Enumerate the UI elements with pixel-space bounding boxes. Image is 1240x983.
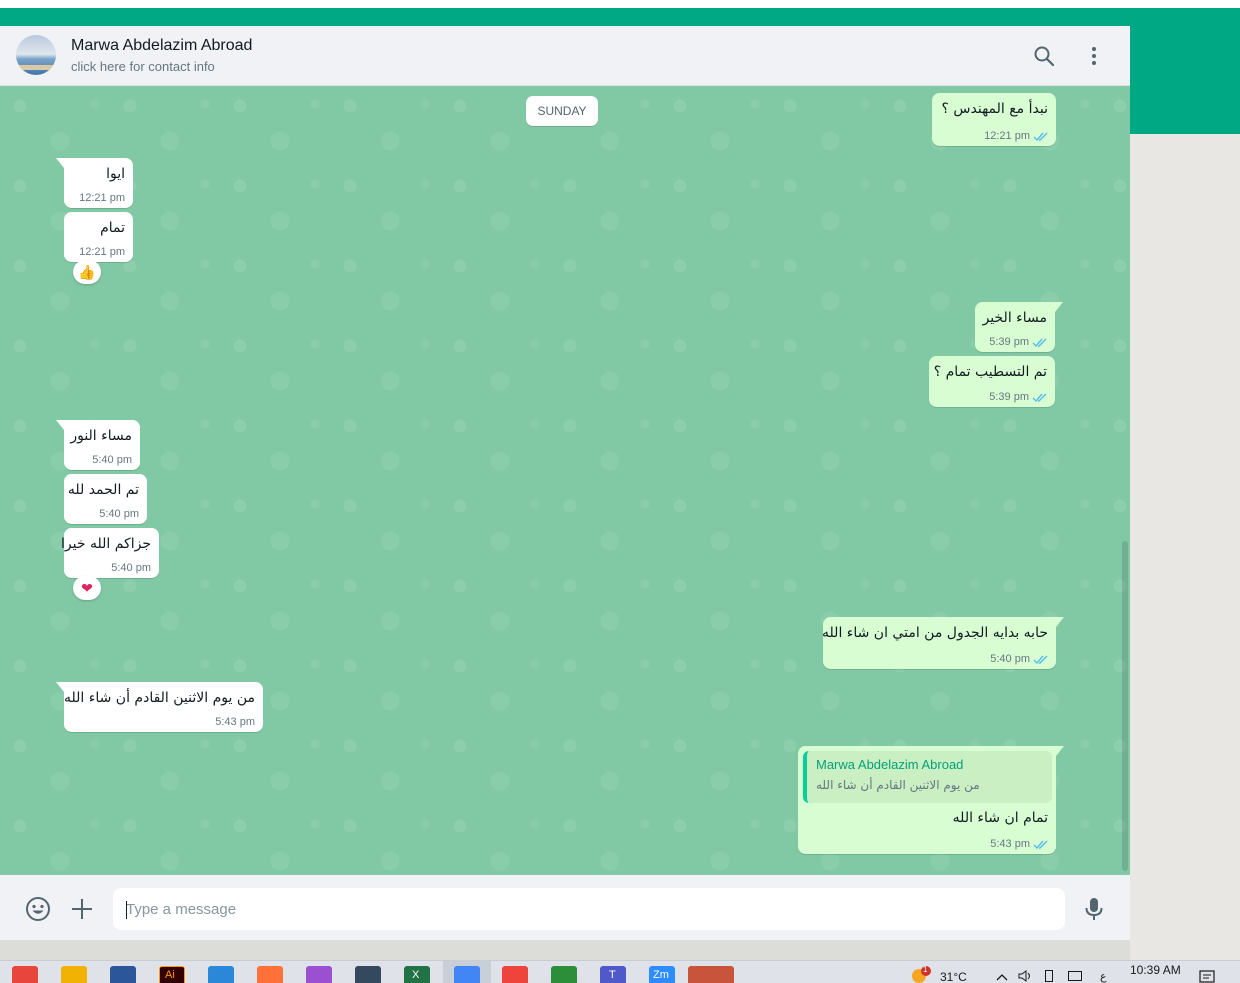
firefox-icon[interactable] — [257, 966, 283, 983]
message-outgoing-reply[interactable]: Marwa Abdelazim Abroad من يوم الاثنين ال… — [798, 746, 1064, 854]
chrome-active-icon[interactable] — [454, 966, 480, 983]
message-outgoing[interactable]: نبدأ مع المهندس ؟ 12:21 pm — [932, 93, 1056, 146]
message-time: 5:40 pm — [111, 562, 151, 574]
excel-icon[interactable]: X — [404, 966, 430, 983]
chrome-alt-icon[interactable] — [61, 966, 87, 983]
paint-icon[interactable] — [551, 966, 577, 983]
word-icon[interactable] — [110, 966, 136, 983]
message-incoming[interactable]: من يوم الاثنين القادم أن شاء الله 5:43 p… — [56, 682, 263, 732]
message-text: تم الحمد لله — [67, 482, 139, 498]
microphone-icon[interactable] — [1081, 896, 1107, 922]
message-time: 5:43 pm — [215, 716, 255, 728]
editor-icon[interactable] — [355, 966, 381, 983]
side-panel-background — [1130, 134, 1240, 960]
contact-info-hint[interactable]: click here for contact info — [71, 59, 215, 74]
photos-icon[interactable] — [208, 966, 234, 983]
message-text: من يوم الاثنين القادم أن شاء الله — [64, 690, 255, 706]
message-input[interactable] — [113, 888, 1065, 930]
message-incoming[interactable]: تم الحمد لله 5:40 pm — [64, 474, 147, 524]
message-list[interactable]: SUNDAY نبدأ مع المهندس ؟ 12:21 pm ايوا 1… — [0, 86, 1130, 875]
attach-plus-icon[interactable] — [69, 896, 95, 922]
quoted-message[interactable]: Marwa Abdelazim Abroad من يوم الاثنين ال… — [803, 751, 1052, 803]
message-time: 5:40 pm — [990, 653, 1030, 665]
chrome-icon[interactable] — [12, 966, 38, 983]
chevron-up-icon[interactable] — [996, 973, 1008, 981]
reaction-heart-icon[interactable]: ❤ — [73, 576, 101, 600]
message-text: ايوا — [106, 166, 125, 182]
volume-icon[interactable] — [1018, 970, 1034, 982]
message-time: 5:43 pm — [990, 838, 1030, 850]
read-ticks-icon — [1033, 655, 1048, 665]
message-time: 12:21 pm — [79, 246, 125, 258]
message-outgoing[interactable]: مساء الخير 5:39 pm — [975, 302, 1063, 352]
chat-window: Marwa Abdelazim Abroad click here for co… — [0, 26, 1130, 940]
message-text: تم التسطيب تمام ؟ — [933, 364, 1047, 380]
window-top-edge — [0, 0, 1240, 8]
message-text: تمام ان شاء الله — [952, 810, 1048, 826]
quoted-author: Marwa Abdelazim Abroad — [816, 757, 964, 772]
message-text: مساء النور — [70, 428, 132, 444]
teams-icon[interactable]: T — [600, 966, 626, 983]
message-incoming[interactable]: جزاكم الله خيرا 5:40 pm — [61, 528, 159, 578]
language-indicator[interactable]: ع — [1100, 970, 1107, 983]
message-incoming[interactable]: تمام 12:21 pm — [64, 212, 133, 262]
message-outgoing[interactable]: حابه بدايه الجدول من امتي ان شاء الله 5:… — [822, 617, 1064, 669]
read-ticks-icon — [1032, 338, 1047, 348]
read-ticks-icon — [1032, 393, 1047, 403]
message-text: تمام — [100, 220, 125, 236]
message-time: 5:39 pm — [989, 336, 1029, 348]
network-icon[interactable] — [1068, 971, 1082, 981]
affinity-icon[interactable] — [306, 966, 332, 983]
message-text: مساء الخير — [982, 310, 1047, 326]
day-separator: SUNDAY — [526, 96, 598, 126]
message-text: جزاكم الله خيرا — [61, 536, 151, 552]
os-taskbar: Ai X T Zm 1 31°C ع 10:39 AM — [0, 960, 1240, 983]
message-time: 12:21 pm — [984, 130, 1030, 142]
chat-header[interactable]: Marwa Abdelazim Abroad click here for co… — [0, 26, 1130, 86]
message-incoming[interactable]: ايوا 12:21 pm — [56, 158, 133, 208]
message-time: 5:39 pm — [989, 391, 1029, 403]
taskbar-clock[interactable]: 10:39 AM — [1130, 963, 1181, 977]
message-time: 5:40 pm — [99, 508, 139, 520]
anydesk-icon[interactable] — [502, 966, 528, 983]
message-time: 5:40 pm — [92, 454, 132, 466]
read-ticks-icon — [1033, 840, 1048, 850]
message-incoming[interactable]: مساء النور 5:40 pm — [56, 420, 140, 470]
contact-name[interactable]: Marwa Abdelazim Abroad — [71, 37, 252, 55]
text-caret — [126, 901, 127, 919]
composer-bar — [0, 875, 1130, 940]
message-text: نبدأ مع المهندس ؟ — [941, 101, 1048, 117]
message-text: حابه بدايه الجدول من امتي ان شاء الله — [822, 625, 1048, 641]
search-icon[interactable] — [1032, 44, 1056, 68]
contact-avatar[interactable] — [16, 35, 56, 75]
acrobat-icon[interactable] — [688, 966, 734, 983]
zoom-icon[interactable]: Zm — [649, 966, 675, 983]
notifications-icon[interactable] — [1199, 970, 1215, 983]
message-outgoing[interactable]: تم التسطيب تمام ؟ 5:39 pm — [929, 356, 1055, 407]
quoted-text: من يوم الاثنين القادم أن شاء الله — [816, 778, 980, 792]
weather-temp[interactable]: 31°C — [940, 970, 967, 983]
emoji-icon[interactable] — [25, 896, 51, 922]
battery-icon[interactable] — [1045, 970, 1053, 982]
illustrator-icon[interactable]: Ai — [159, 966, 185, 983]
reaction-thumbs-up-icon[interactable]: 👍 — [73, 260, 101, 284]
chat-scrollbar[interactable] — [1122, 541, 1128, 871]
weather-alert-count: 1 — [923, 965, 928, 974]
menu-dots-icon[interactable] — [1082, 44, 1106, 68]
message-time: 12:21 pm — [79, 192, 125, 204]
read-ticks-icon — [1033, 132, 1048, 142]
